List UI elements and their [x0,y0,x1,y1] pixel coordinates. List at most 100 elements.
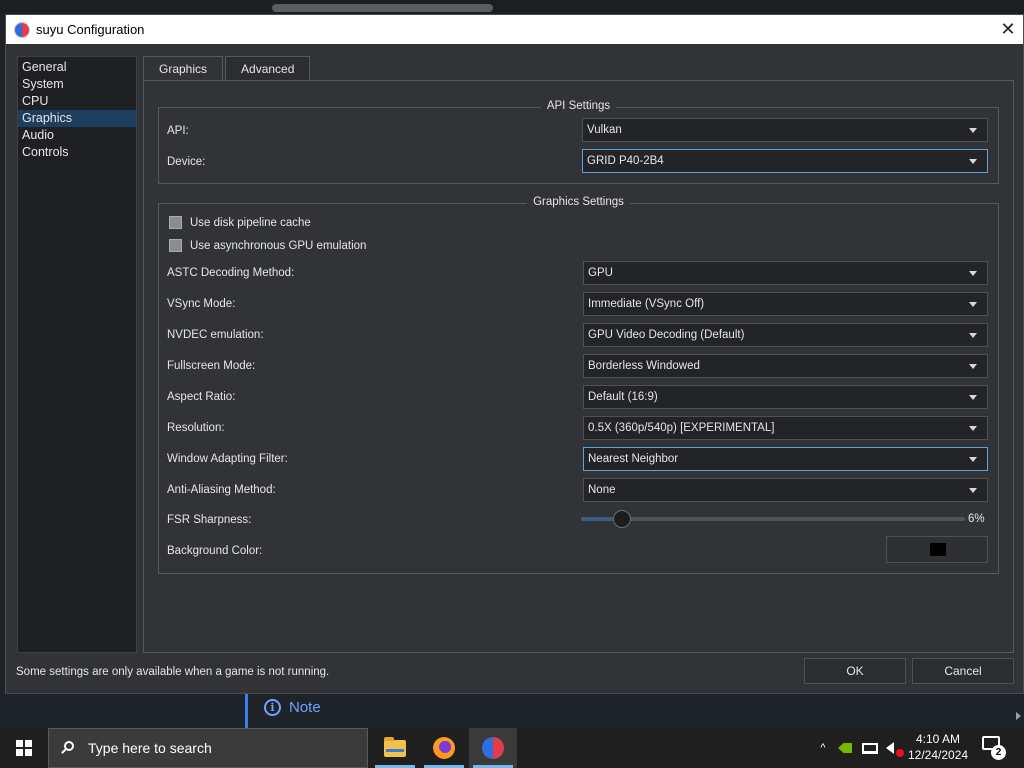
async-gpu-checkbox[interactable]: Use asynchronous GPU emulation [169,239,366,252]
device-value: GRID P40-2B4 [587,155,664,167]
suyu-logo-icon [14,21,30,38]
anti-aliasing-label: Anti-Aliasing Method: [167,484,276,496]
network-icon[interactable] [862,728,880,768]
taskbar-file-explorer[interactable] [371,728,419,768]
device-select[interactable]: GRID P40-2B4 [582,149,988,173]
volume-muted-icon[interactable] [886,728,906,768]
sidebar-item-cpu[interactable]: CPU [18,93,136,110]
windows-logo-icon [16,740,32,756]
graphics-settings-title: Graphics Settings [527,196,630,208]
notification-count: 2 [991,745,1006,760]
aspect-ratio-label: Aspect Ratio: [167,391,236,403]
chevron-down-icon [969,457,977,462]
aspect-ratio-select[interactable]: Default (16:9) [583,385,988,409]
sidebar-item-graphics[interactable]: Graphics [18,110,136,127]
title-bar: suyu Configuration ✕ [6,15,1023,44]
device-label: Device: [167,156,206,168]
clock[interactable]: 4:10 AM 12/24/2024 [908,731,968,763]
chevron-down-icon [969,426,977,431]
api-select[interactable]: Vulkan [582,118,988,142]
taskbar-search[interactable]: Type here to search [48,728,368,768]
close-button[interactable]: ✕ [993,15,1023,44]
disk-pipeline-cache-label: Use disk pipeline cache [190,216,311,229]
chevron-down-icon [969,271,977,276]
chevron-down-icon [969,128,977,133]
slider-handle[interactable] [612,510,631,528]
api-value: Vulkan [587,124,622,136]
resolution-select[interactable]: 0.5X (360p/540p) [EXPERIMENTAL] [583,416,988,440]
background-color-label: Background Color: [167,545,263,557]
chevron-up-icon: ^ [820,742,826,754]
astc-value: GPU [588,267,613,279]
sidebar-item-audio[interactable]: Audio [18,127,136,144]
fullscreen-select[interactable]: Borderless Windowed [583,354,988,378]
nvdec-value: GPU Video Decoding (Default) [588,329,745,341]
note-label: Note [289,699,321,716]
vsync-label: VSync Mode: [167,298,236,310]
api-settings-title: API Settings [540,100,617,112]
info-icon: i [264,699,281,716]
sidebar-item-general[interactable]: General [18,59,136,76]
cancel-button[interactable]: Cancel [912,658,1014,684]
settings-note: Some settings are only available when a … [16,666,330,678]
sidebar-item-controls[interactable]: Controls [18,144,136,161]
window-title: suyu Configuration [36,22,145,37]
start-button[interactable] [0,728,48,768]
chevron-down-icon [969,364,977,369]
folder-icon [384,736,406,757]
nvidia-tray-icon[interactable] [838,728,856,768]
notification-center-button[interactable]: 2 [982,736,1006,760]
resolution-value: 0.5X (360p/540p) [EXPERIMENTAL] [588,422,775,434]
fullscreen-value: Borderless Windowed [588,360,700,372]
astc-label: ASTC Decoding Method: [167,267,295,279]
disk-pipeline-cache-checkbox[interactable]: Use disk pipeline cache [169,216,311,229]
sidebar-item-system[interactable]: System [18,76,136,93]
chevron-down-icon [969,333,977,338]
fullscreen-label: Fullscreen Mode: [167,360,256,372]
nvdec-label: NVDEC emulation: [167,329,264,341]
ok-button[interactable]: OK [804,658,906,684]
background-window-bottom [0,694,1024,728]
taskbar-suyu[interactable] [469,728,517,768]
taskbar-firefox[interactable] [420,728,468,768]
category-list: General System CPU Graphics Audio Contro… [17,56,137,653]
taskbar: Type here to search ^ 4:10 AM 12/24/2024… [0,728,1024,768]
color-swatch [930,543,946,556]
aspect-ratio-value: Default (16:9) [588,391,658,403]
note-accent-bar [245,694,248,728]
fsr-sharpness-value: 6% [968,513,985,525]
background-scrollbar[interactable] [272,4,493,12]
anti-aliasing-value: None [588,484,616,496]
firefox-icon [433,737,455,759]
fsr-sharpness-slider[interactable] [581,517,965,521]
background-color-button[interactable] [886,536,988,563]
checkbox-box [169,239,182,252]
nvdec-select[interactable]: GPU Video Decoding (Default) [583,323,988,347]
resolution-label: Resolution: [167,422,225,434]
anti-aliasing-select[interactable]: None [583,478,988,502]
chevron-down-icon [969,488,977,493]
background-window-top [0,0,1024,14]
search-placeholder: Type here to search [88,740,212,756]
vsync-value: Immediate (VSync Off) [588,298,705,310]
window-filter-value: Nearest Neighbor [588,453,679,465]
tab-graphics[interactable]: Graphics [143,56,224,80]
chevron-down-icon [969,395,977,400]
clock-time: 4:10 AM [915,732,961,746]
chevron-down-icon [969,159,977,164]
background-note: i Note [264,699,321,716]
slider-fill [581,517,612,521]
search-icon [61,740,76,756]
tab-bar: Graphics Advanced [143,56,312,80]
checkbox-box [169,216,182,229]
window-filter-label: Window Adapting Filter: [167,453,288,465]
caret-right-icon [1016,712,1021,720]
fsr-sharpness-label: FSR Sharpness: [167,514,252,526]
api-label: API: [167,125,189,137]
suyu-icon [482,737,504,759]
astc-select[interactable]: GPU [583,261,988,285]
window-filter-select[interactable]: Nearest Neighbor [583,447,988,471]
show-hidden-icons-button[interactable]: ^ [816,728,830,768]
vsync-select[interactable]: Immediate (VSync Off) [583,292,988,316]
tab-advanced[interactable]: Advanced [225,56,311,80]
